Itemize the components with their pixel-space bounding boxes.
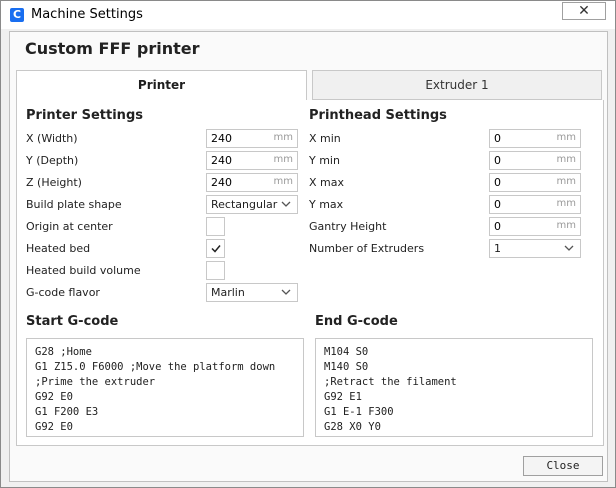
gcode-flavor-value: Marlin [211, 286, 245, 299]
origin-at-center-label: Origin at center [26, 220, 113, 233]
y-max-value: 0 [494, 198, 501, 211]
y-max-field[interactable]: 0 mm [489, 195, 581, 214]
y-min-unit: mm [556, 154, 576, 165]
dialog-body: Custom FFF printer Printer Extruder 1 Pr… [9, 31, 608, 482]
y-min-field[interactable]: 0 mm [489, 151, 581, 170]
build-plate-shape-value: Rectangular [211, 198, 278, 211]
app-icon: C [10, 8, 24, 22]
window-title: Machine Settings [31, 7, 143, 22]
printer-name-heading: Custom FFF printer [25, 39, 200, 58]
heated-build-volume-label: Heated build volume [26, 264, 141, 277]
x-min-field[interactable]: 0 mm [489, 129, 581, 148]
checkmark-icon [211, 245, 221, 253]
build-plate-shape-select[interactable]: Rectangular [206, 195, 298, 214]
x-min-label: X min [309, 132, 341, 145]
gantry-height-label: Gantry Height [309, 220, 387, 233]
y-depth-field[interactable]: 240 mm [206, 151, 298, 170]
x-max-label: X max [309, 176, 344, 189]
end-gcode-title: End G-code [315, 314, 398, 329]
gantry-height-unit: mm [556, 220, 576, 231]
heated-build-volume-checkbox[interactable] [206, 261, 225, 280]
chevron-down-icon [281, 201, 291, 207]
x-width-label: X (Width) [26, 132, 78, 145]
x-min-unit: mm [556, 132, 576, 143]
y-depth-label: Y (Depth) [26, 154, 79, 167]
end-gcode-editor[interactable]: M104 S0 M140 S0 ;Retract the filament G9… [315, 338, 593, 437]
x-max-unit: mm [556, 176, 576, 187]
window-close-button[interactable]: ✕ [562, 2, 606, 20]
y-depth-value: 240 [211, 154, 232, 167]
x-min-value: 0 [494, 132, 501, 145]
build-plate-shape-label: Build plate shape [26, 198, 122, 211]
printhead-settings-title: Printhead Settings [309, 108, 447, 123]
gantry-height-value: 0 [494, 220, 501, 233]
x-width-unit: mm [273, 132, 293, 143]
y-max-unit: mm [556, 198, 576, 209]
tab-printer[interactable]: Printer [16, 70, 307, 101]
close-button[interactable]: Close [523, 456, 603, 476]
number-of-extruders-select[interactable]: 1 [489, 239, 581, 258]
title-bar: C Machine Settings ✕ [1, 1, 615, 29]
tab-extruder-1[interactable]: Extruder 1 [312, 70, 602, 100]
y-depth-unit: mm [273, 154, 293, 165]
machine-settings-window: C Machine Settings ✕ Custom FFF printer … [0, 0, 616, 488]
chevron-down-icon [564, 245, 574, 251]
origin-at-center-checkbox[interactable] [206, 217, 225, 236]
x-width-field[interactable]: 240 mm [206, 129, 298, 148]
x-max-field[interactable]: 0 mm [489, 173, 581, 192]
heated-bed-label: Heated bed [26, 242, 91, 255]
start-gcode-title: Start G-code [26, 314, 119, 329]
y-min-label: Y min [309, 154, 340, 167]
start-gcode-editor[interactable]: G28 ;Home G1 Z15.0 F6000 ;Move the platf… [26, 338, 304, 437]
x-width-value: 240 [211, 132, 232, 145]
z-height-field[interactable]: 240 mm [206, 173, 298, 192]
heated-bed-checkbox[interactable] [206, 239, 225, 258]
z-height-label: Z (Height) [26, 176, 82, 189]
x-max-value: 0 [494, 176, 501, 189]
z-height-value: 240 [211, 176, 232, 189]
gcode-flavor-label: G-code flavor [26, 286, 100, 299]
number-of-extruders-label: Number of Extruders [309, 242, 425, 255]
printer-tab-panel: Printer Settings X (Width) 240 mm Y (Dep… [16, 100, 604, 446]
gcode-flavor-select[interactable]: Marlin [206, 283, 298, 302]
y-max-label: Y max [309, 198, 344, 211]
y-min-value: 0 [494, 154, 501, 167]
gantry-height-field[interactable]: 0 mm [489, 217, 581, 236]
printer-settings-title: Printer Settings [26, 108, 143, 123]
number-of-extruders-value: 1 [494, 242, 501, 255]
chevron-down-icon [281, 289, 291, 295]
z-height-unit: mm [273, 176, 293, 187]
